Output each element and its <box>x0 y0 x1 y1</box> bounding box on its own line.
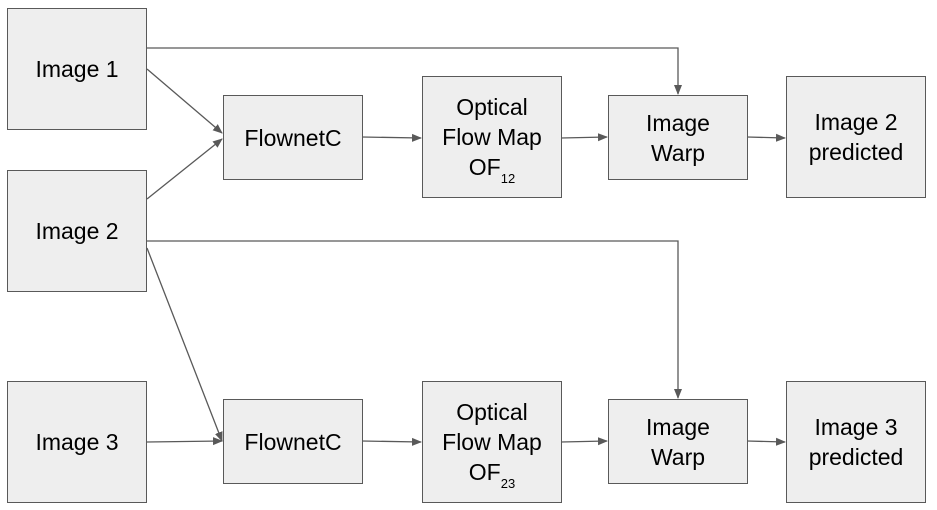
node-image-warp-top: Image Warp <box>608 95 748 180</box>
node-label-line1: Image <box>646 109 710 136</box>
node-label: FlownetC <box>244 124 342 151</box>
node-label-subscript: 23 <box>500 476 516 491</box>
node-label-line2: Flow Map <box>442 124 542 150</box>
edge-image2-warp-bottom <box>147 240 682 399</box>
node-optical-flow-bottom: Optical Flow Map OF23 <box>422 381 562 503</box>
node-image3-predicted: Image 3 predicted <box>786 381 926 503</box>
edge-optical-warp-top <box>560 133 608 142</box>
node-image2: Image 2 <box>7 170 147 292</box>
edge-flownet-optical-bottom <box>361 437 422 446</box>
node-label-line1: Optical <box>456 399 528 425</box>
node-label: Image 2 <box>35 218 119 244</box>
node-label-line2: Warp <box>650 139 706 166</box>
node-image3: Image 3 <box>7 381 147 503</box>
node-label-line1: Image <box>646 413 710 440</box>
node-image1: Image 1 <box>7 8 147 130</box>
node-label-line2: Flow Map <box>442 429 542 455</box>
node-label: Image 3 <box>35 429 119 455</box>
node-label-line1: Optical <box>456 94 528 120</box>
edge-warp-pred-top <box>746 133 786 142</box>
edge-image1-flownet-top <box>146 68 223 134</box>
node-label-line2: predicted <box>808 139 904 165</box>
node-label-line1: Image 2 <box>814 109 898 135</box>
node-image2-predicted: Image 2 predicted <box>786 76 926 198</box>
edge-image2-flownet-bottom <box>146 247 223 442</box>
node-label-line2: Warp <box>650 443 706 470</box>
node-label-line1: Image 3 <box>814 414 898 440</box>
edge-image2-flownet-top <box>146 138 223 200</box>
node-flownet-top: FlownetC <box>223 95 363 180</box>
edge-optical-warp-bottom <box>560 437 608 446</box>
node-optical-flow-top: Optical Flow Map OF12 <box>422 76 562 198</box>
node-label-line3: OF <box>468 459 501 485</box>
edge-flownet-optical-top <box>361 133 422 142</box>
edge-image1-warp-top <box>147 47 682 95</box>
edge-warp-pred-bottom <box>746 437 786 446</box>
node-label: FlownetC <box>244 428 342 455</box>
node-label-line2: predicted <box>808 444 904 470</box>
node-image-warp-bottom: Image Warp <box>608 399 748 484</box>
node-label-line3: OF <box>468 154 501 180</box>
node-label: Image 1 <box>35 56 119 82</box>
node-flownet-bottom: FlownetC <box>223 399 363 484</box>
node-label-subscript: 12 <box>500 171 516 186</box>
edge-image3-flownet-bottom <box>146 437 223 446</box>
